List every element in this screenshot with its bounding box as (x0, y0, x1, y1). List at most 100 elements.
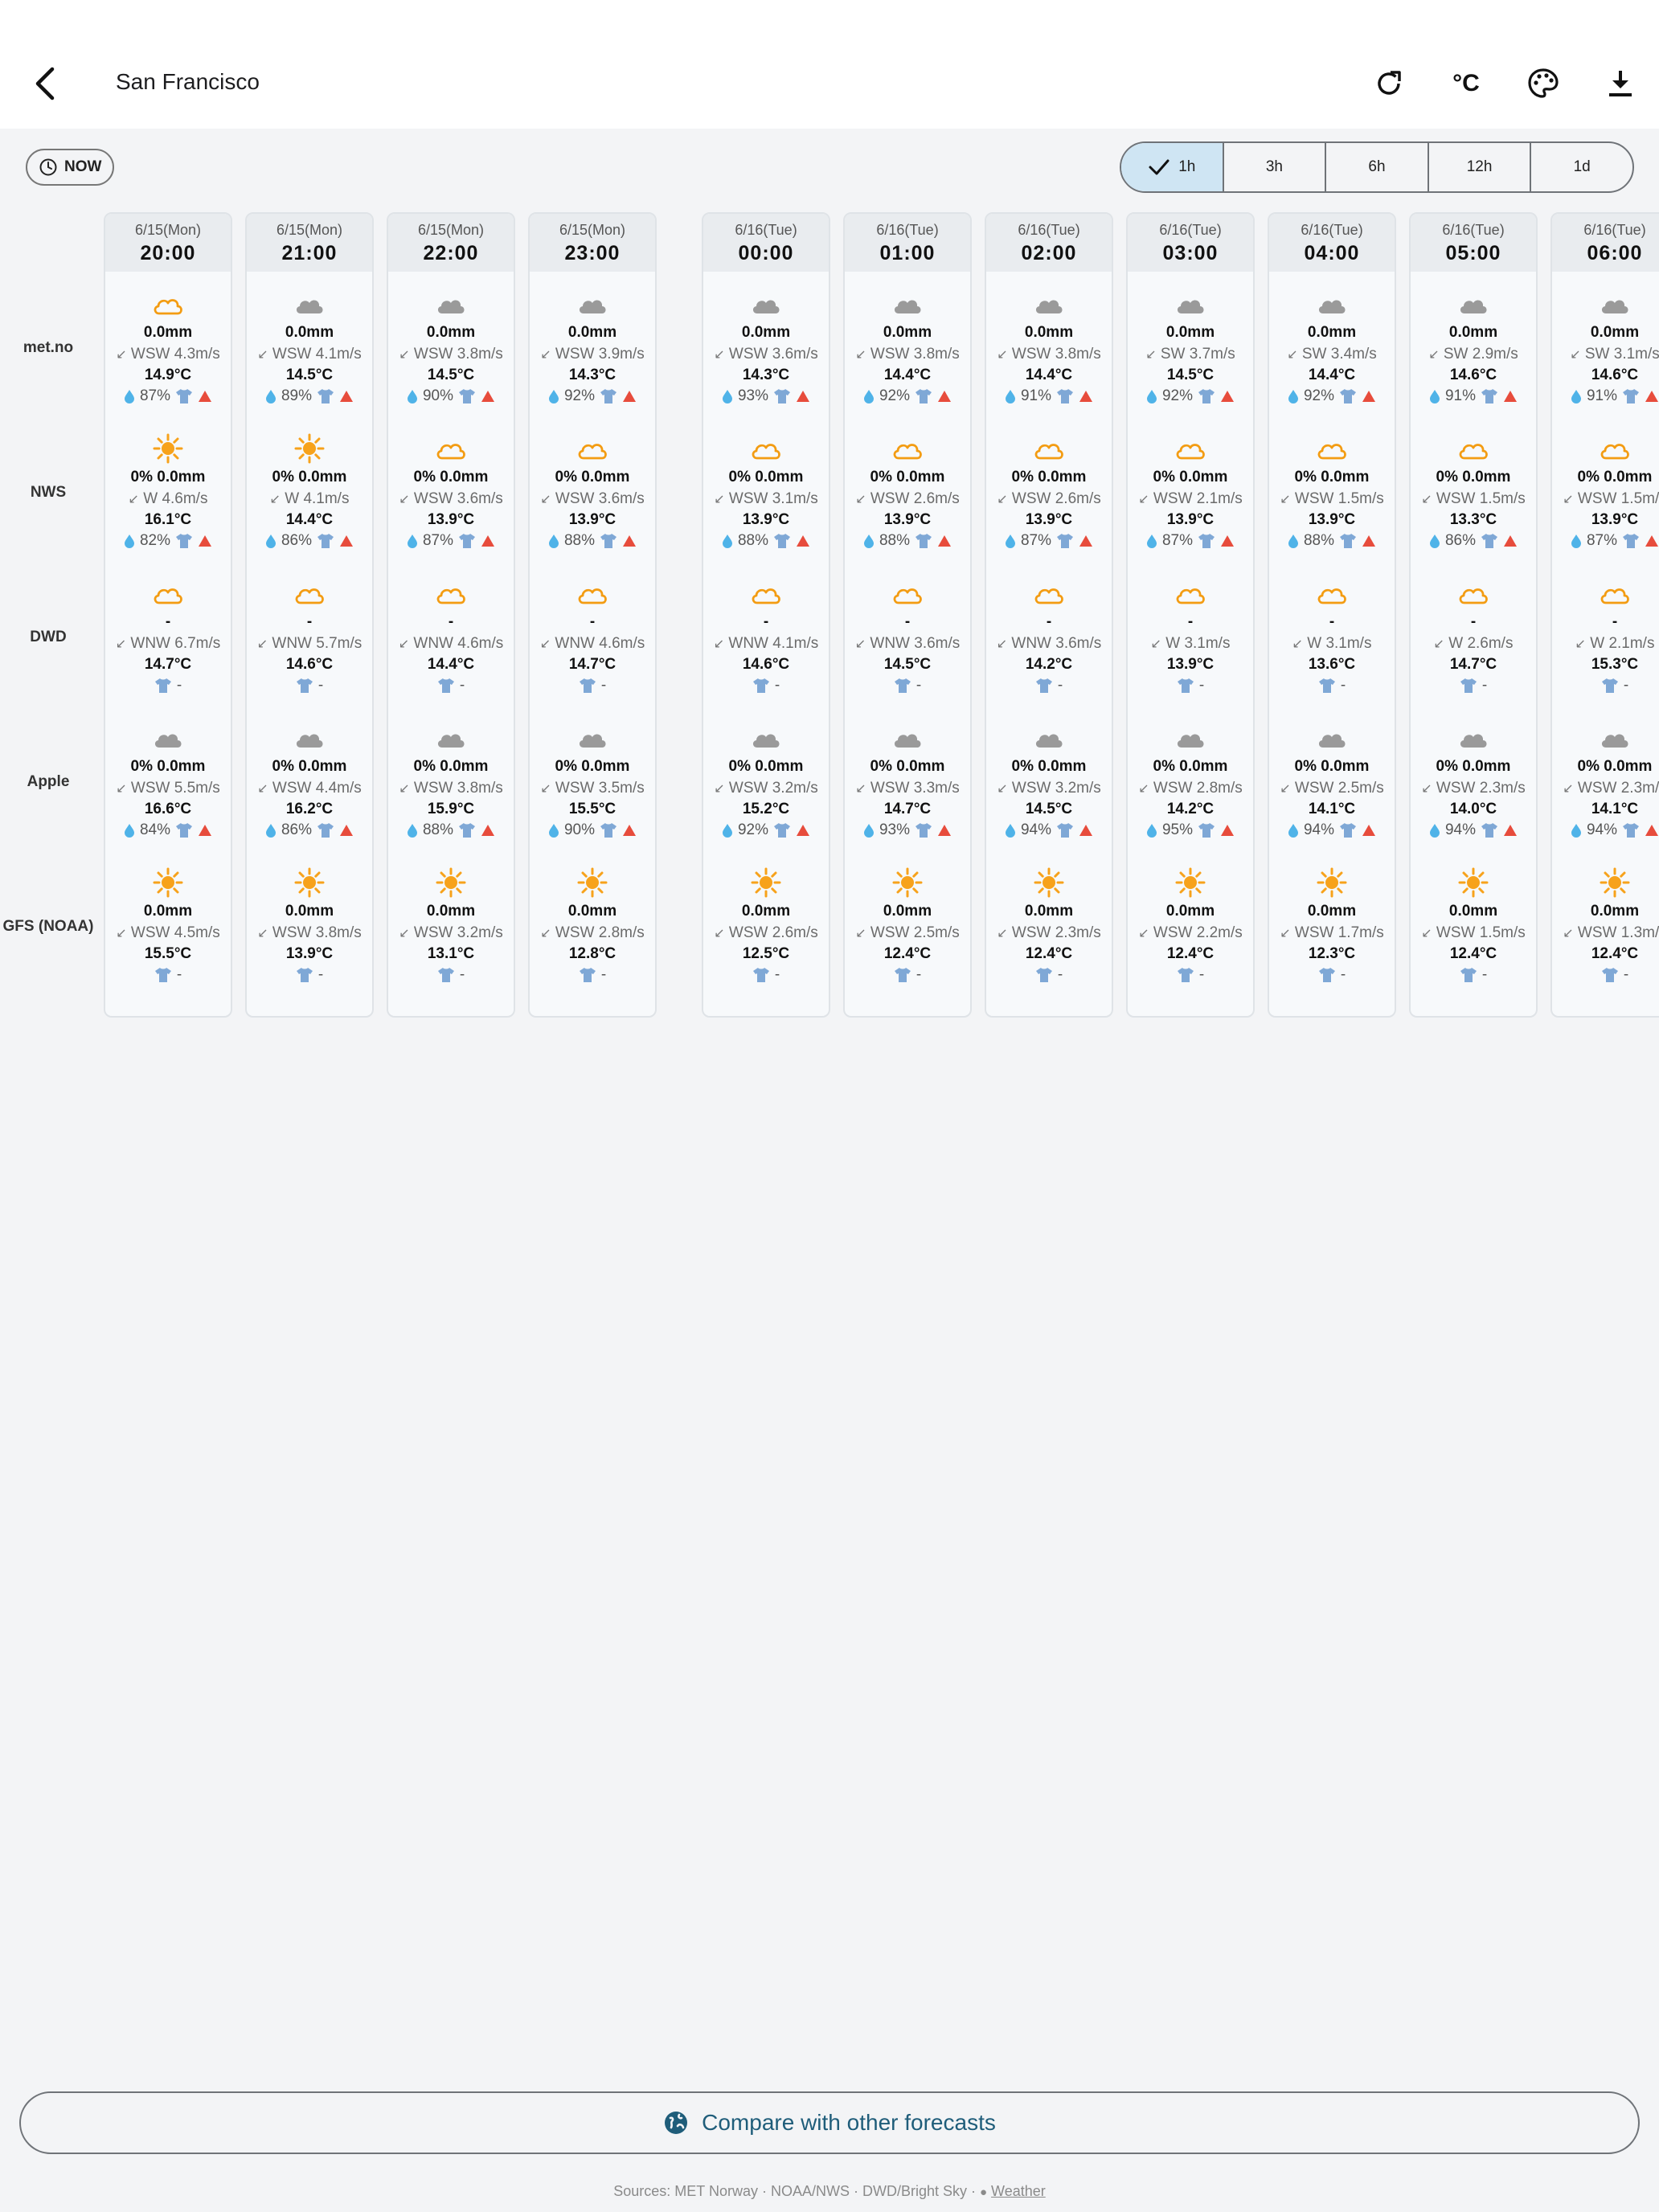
wind-direction: WSW (272, 924, 312, 941)
precipitation-value: 0.0mm (1590, 903, 1640, 920)
wind-direction: WSW (130, 780, 170, 797)
clothing-shirt-icon (296, 678, 313, 693)
interval-option-12h[interactable]: 12h (1427, 143, 1530, 191)
wind-arrow-icon: ↙ (1575, 637, 1586, 651)
palette-icon (1528, 68, 1559, 98)
interval-option-3h[interactable]: 3h (1222, 143, 1325, 191)
theme-button[interactable] (1505, 58, 1582, 109)
weather-icon-wrap (1411, 866, 1536, 899)
warning-triangle-icon (938, 391, 952, 402)
clothing-shirt-icon (752, 678, 769, 693)
warning-triangle-icon (797, 535, 810, 547)
forecast-column: 6/15(Mon) 23:00 0.0mm ↙ WSW 3.9m/s 14.3°… (528, 212, 657, 1018)
forecast-cell: - ↙ WNW 4.6m/s 14.4°C - (388, 577, 514, 694)
forecast-cell: - ↙ W 2.6m/s 14.7°C - (1411, 577, 1536, 694)
forecast-extras: 87% (986, 532, 1112, 550)
sun-icon (751, 867, 781, 898)
temperature-value: 12.8°C (568, 945, 616, 962)
temperature-value: 15.5°C (144, 945, 192, 962)
forecast-extras: 92% (1269, 387, 1395, 405)
temperature-value: 13.9°C (1308, 511, 1356, 528)
temperature-value: 14.4°C (1025, 367, 1073, 383)
forecast-column: 6/15(Mon) 20:00 0.0mm ↙ WSW 4.3m/s 14.9°… (104, 212, 232, 1018)
wind-arrow-icon: ↙ (1421, 782, 1432, 796)
wind-value: ↙ W 3.1m/s (1269, 635, 1395, 653)
wind-value: ↙ WSW 2.8m/s (1128, 780, 1253, 797)
wind-arrow-icon: ↙ (116, 348, 127, 362)
warning-triangle-icon (1362, 825, 1376, 836)
humidity-value: 87% (1161, 532, 1194, 549)
temperature-value: 14.5°C (1166, 367, 1215, 383)
humidity-drop-icon (1571, 824, 1581, 838)
interval-option-label: 1h (1178, 158, 1196, 175)
compare-forecasts-button[interactable]: Compare with other forecasts (19, 2091, 1640, 2154)
wind-value: ↙ WSW 4.3m/s (105, 346, 231, 363)
forecast-extras: 86% (1411, 532, 1536, 550)
clothing-value: - (176, 677, 182, 694)
forecast-date: 6/16(Tue) (735, 222, 797, 238)
precipitation-value: - (589, 613, 596, 630)
back-button[interactable] (24, 58, 66, 109)
forecast-column-header: 6/15(Mon) 21:00 (247, 214, 372, 272)
wind-value: ↙ WSW 2.5m/s (845, 924, 970, 942)
warning-triangle-icon (1362, 535, 1376, 547)
refresh-button[interactable] (1350, 58, 1428, 109)
wind-value: ↙ WSW 3.8m/s (388, 780, 514, 797)
weather-icon-wrap (1128, 577, 1253, 609)
interval-option-6h[interactable]: 6h (1325, 143, 1428, 191)
interval-option-1h[interactable]: 1h (1121, 143, 1223, 191)
unit-toggle-button[interactable]: °C (1428, 58, 1505, 109)
wind-arrow-icon: ↙ (257, 348, 268, 362)
sun-icon (294, 867, 325, 898)
wind-speed: 5.5m/s (174, 780, 220, 797)
wind-speed: 2.1m/s (1608, 635, 1655, 652)
wind-arrow-icon: ↙ (540, 348, 551, 362)
humidity-value: 88% (879, 532, 911, 549)
cloud-icon (154, 734, 182, 748)
forecast-cell: 0% 0.0mm ↙ WSW 2.8m/s 14.2°C 95% (1128, 722, 1253, 839)
wind-direction: WSW (1436, 490, 1476, 507)
forecast-cell: 0% 0.0mm ↙ WSW 2.5m/s 14.1°C 94% (1269, 722, 1395, 839)
forecast-cell: 0.0mm ↙ WSW 3.6m/s 14.3°C 93% (703, 288, 829, 405)
forecast-cell: 0.0mm ↙ WSW 3.9m/s 14.3°C 92% (530, 288, 655, 405)
forecast-extras: 91% (1552, 387, 1659, 405)
forecast-cell: 0% 0.0mm ↙ WSW 1.5m/s 13.9°C 87% (1552, 432, 1659, 550)
wind-arrow-icon: ↙ (1570, 348, 1581, 362)
weather-icon-wrap (1552, 722, 1659, 754)
wind-speed: 3.8m/s (457, 346, 503, 363)
wind-arrow-icon: ↙ (1280, 782, 1291, 796)
humidity-drop-icon (863, 535, 874, 548)
temperature-value: 14.1°C (1308, 801, 1356, 817)
weather-icon-wrap (1552, 866, 1659, 899)
forecast-column: 6/16(Tue) 06:00 0.0mm ↙ SW 3.1m/s 14.6°C… (1550, 212, 1659, 1018)
humidity-value: 90% (422, 387, 454, 404)
temperature-value: 14.7°C (883, 801, 932, 817)
forecast-date: 6/15(Mon) (417, 222, 485, 238)
partly-cloudy-icon (154, 588, 182, 604)
forecast-column-header: 6/16(Tue) 05:00 (1411, 214, 1536, 272)
forecast-column-header: 6/15(Mon) 23:00 (530, 214, 655, 272)
interval-option-1d[interactable]: 1d (1530, 143, 1632, 191)
precipitation-value: - (1187, 613, 1194, 630)
wind-value: ↙ WSW 3.6m/s (703, 346, 829, 363)
precipitation-value: 0% 0.0mm (1294, 758, 1370, 775)
weather-icon-wrap (1411, 577, 1536, 609)
partly-cloudy-icon (752, 444, 780, 460)
forecast-extras: 92% (1128, 387, 1253, 405)
weather-link[interactable]: Weather (991, 2183, 1046, 2199)
humidity-value: 84% (139, 821, 171, 838)
humidity-drop-icon (1429, 824, 1440, 838)
warning-triangle-icon (797, 391, 810, 402)
interval-option-label: 6h (1368, 158, 1386, 175)
temperature-value: 12.4°C (1166, 945, 1215, 962)
precipitation-value: 0.0mm (1590, 324, 1640, 341)
now-chip-label: NOW (64, 158, 102, 175)
now-chip[interactable]: NOW (26, 149, 115, 186)
partly-cloudy-icon (1600, 444, 1629, 460)
clothing-shirt-icon (1035, 968, 1052, 982)
wind-speed: 3.2m/s (457, 924, 503, 941)
forecast-extras: - (1269, 966, 1395, 984)
download-button[interactable] (1582, 58, 1659, 109)
forecast-column: 6/16(Tue) 00:00 0.0mm ↙ WSW 3.6m/s 14.3°… (702, 212, 830, 1018)
weather-icon-wrap (703, 577, 829, 609)
